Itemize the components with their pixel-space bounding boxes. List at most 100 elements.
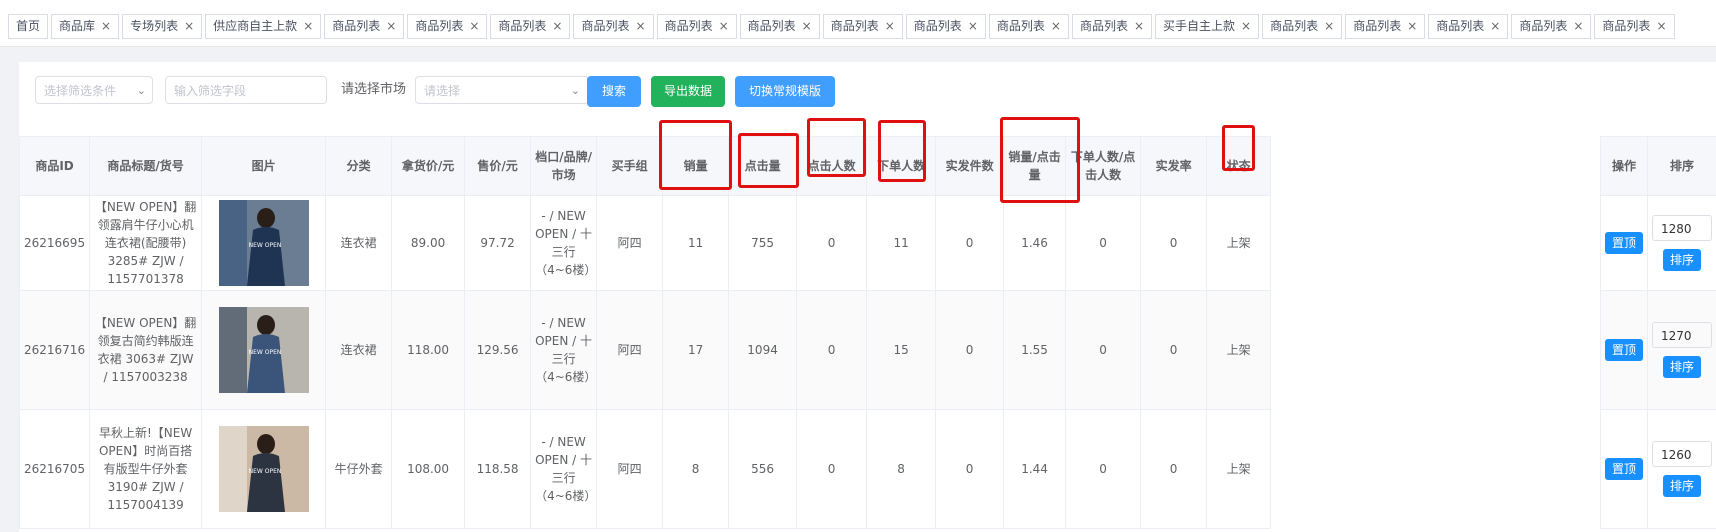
tab-label: 商品列表	[1353, 19, 1401, 33]
cell-id: 26216705	[20, 410, 90, 529]
cell-clicks: 1094	[729, 291, 797, 410]
cell-sales: 8	[663, 410, 729, 529]
tab-6[interactable]: 商品列表 ×	[490, 14, 570, 39]
cell-stall: - / NEW OPEN / 十三行（4~6楼）	[531, 410, 597, 529]
column-header: 实发率	[1141, 137, 1207, 196]
close-icon[interactable]: ×	[719, 15, 729, 38]
tab-label: 商品列表	[665, 19, 713, 33]
cell-cost: 89.00	[392, 196, 465, 291]
close-icon[interactable]: ×	[1490, 15, 1500, 38]
column-header: 实发件数	[936, 137, 1004, 196]
cell-order_ratio: 0	[1066, 291, 1141, 410]
column-header: 商品ID	[20, 137, 90, 196]
product-image: NEW OPEN	[219, 307, 309, 393]
close-icon[interactable]: ×	[1407, 15, 1417, 38]
filter-field-input[interactable]: 输入筛选字段	[165, 76, 327, 104]
cell-ratio: 1.44	[1004, 410, 1066, 529]
sort-input[interactable]: 1280	[1652, 215, 1712, 241]
cell-group: 阿四	[597, 196, 663, 291]
tab-label: 商品列表	[914, 19, 962, 33]
tab-0[interactable]: 首页	[8, 14, 48, 39]
op-cell: 置顶	[1601, 291, 1648, 410]
cell-stall: - / NEW OPEN / 十三行（4~6楼）	[531, 196, 597, 291]
tab-11[interactable]: 商品列表 ×	[906, 14, 986, 39]
main-panel: 选择筛选条件 ⌄ 输入筛选字段 请选择市场 请选择 ⌄ 搜索 导出数据 切换常规…	[19, 62, 1716, 532]
tab-9[interactable]: 商品列表×	[740, 14, 820, 39]
close-icon[interactable]: ×	[1241, 15, 1251, 38]
sort-button[interactable]: 排序	[1663, 475, 1701, 497]
op-cell: 置顶	[1601, 410, 1648, 529]
tab-12[interactable]: 商品列表×	[989, 14, 1069, 39]
tab-8[interactable]: 商品列表 ×	[657, 14, 737, 39]
actions-table: 操作排序 置顶1280排序置顶1270排序置顶1260排序	[1600, 136, 1716, 529]
close-icon[interactable]: ×	[101, 15, 111, 38]
close-icon[interactable]: ×	[885, 15, 895, 38]
tab-label: 商品列表	[1270, 19, 1318, 33]
close-icon[interactable]: ×	[552, 15, 562, 38]
close-icon[interactable]: ×	[386, 15, 396, 38]
cell-status: 上架	[1207, 410, 1271, 529]
cell-stall: - / NEW OPEN / 十三行（4~6楼）	[531, 291, 597, 410]
highlight-box-ratio	[1000, 117, 1080, 203]
tab-5[interactable]: 商品列表×	[407, 14, 487, 39]
close-icon[interactable]: ×	[636, 15, 646, 38]
column-header: 分类	[326, 137, 392, 196]
export-button[interactable]: 导出数据	[651, 76, 725, 107]
pin-top-button[interactable]: 置顶	[1605, 458, 1643, 480]
sort-button[interactable]: 排序	[1663, 249, 1701, 271]
cell-category: 牛仔外套	[326, 410, 392, 529]
cell-title: 早秋上新!【NEW OPEN】时尚百搭有版型牛仔外套 3190# ZJW / 1…	[90, 410, 202, 529]
close-icon[interactable]: ×	[1051, 15, 1061, 38]
tab-19[interactable]: 商品列表×	[1594, 14, 1674, 39]
field-placeholder: 输入筛选字段	[174, 84, 246, 98]
close-icon[interactable]: ×	[1134, 15, 1144, 38]
tab-label: 商品列表	[498, 19, 546, 33]
close-icon[interactable]: ×	[968, 15, 978, 38]
cell-category: 连衣裙	[326, 196, 392, 291]
image-watermark: NEW OPEN	[248, 468, 281, 475]
sort-cell: 1280 排序	[1648, 196, 1716, 291]
sort-input[interactable]: 1260	[1652, 441, 1712, 467]
tab-17[interactable]: 商品列表×	[1428, 14, 1508, 39]
cell-clickers: 0	[797, 291, 867, 410]
close-icon[interactable]: ×	[469, 15, 479, 38]
tab-2[interactable]: 专场列表×	[122, 14, 202, 39]
tab-14[interactable]: 买手自主上款×	[1155, 14, 1259, 39]
close-icon[interactable]: ×	[1324, 15, 1334, 38]
pin-top-button[interactable]: 置顶	[1605, 339, 1643, 361]
tab-7[interactable]: 商品列表×	[573, 14, 653, 39]
cell-ratio: 1.55	[1004, 291, 1066, 410]
tab-3[interactable]: 供应商自主上款×	[205, 14, 321, 39]
actions-row: 置顶 1270 排序	[1601, 291, 1716, 410]
cell-status: 上架	[1207, 291, 1271, 410]
tab-label: 首页	[16, 19, 40, 33]
close-icon[interactable]: ×	[1656, 15, 1666, 38]
cell-clicks: 755	[729, 196, 797, 291]
switch-template-button[interactable]: 切换常规模版	[735, 76, 835, 107]
sort-input[interactable]: 1270	[1652, 322, 1712, 348]
close-icon[interactable]: ×	[1573, 15, 1583, 38]
pin-top-button[interactable]: 置顶	[1605, 232, 1643, 254]
cell-cost: 108.00	[392, 410, 465, 529]
condition-select[interactable]: 选择筛选条件 ⌄	[35, 76, 153, 104]
cell-group: 阿四	[597, 410, 663, 529]
tab-16[interactable]: 商品列表 ×	[1345, 14, 1425, 39]
condition-placeholder: 选择筛选条件	[44, 84, 116, 98]
tab-13[interactable]: 商品列表×	[1072, 14, 1152, 39]
cell-sales: 17	[663, 291, 729, 410]
fixed-right-columns: 操作排序 置顶1280排序置顶1270排序置顶1260排序	[1600, 136, 1716, 529]
tab-4[interactable]: 商品列表×	[324, 14, 404, 39]
market-select[interactable]: 请选择 ⌄	[415, 76, 589, 104]
sort-button[interactable]: 排序	[1663, 356, 1701, 378]
close-icon[interactable]: ×	[184, 15, 194, 38]
tab-1[interactable]: 商品库×	[51, 14, 119, 39]
close-icon[interactable]: ×	[802, 15, 812, 38]
cell-id: 26216695	[20, 196, 90, 291]
tab-15[interactable]: 商品列表 ×	[1262, 14, 1342, 39]
search-button[interactable]: 搜索	[587, 76, 641, 107]
tab-18[interactable]: 商品列表×	[1511, 14, 1591, 39]
image-watermark: NEW OPEN	[248, 349, 281, 356]
tab-10[interactable]: 商品列表×	[823, 14, 903, 39]
filter-bar: 选择筛选条件 ⌄ 输入筛选字段 请选择市场 请选择 ⌄ 搜索 导出数据 切换常规…	[19, 62, 1716, 124]
close-icon[interactable]: ×	[303, 15, 313, 38]
